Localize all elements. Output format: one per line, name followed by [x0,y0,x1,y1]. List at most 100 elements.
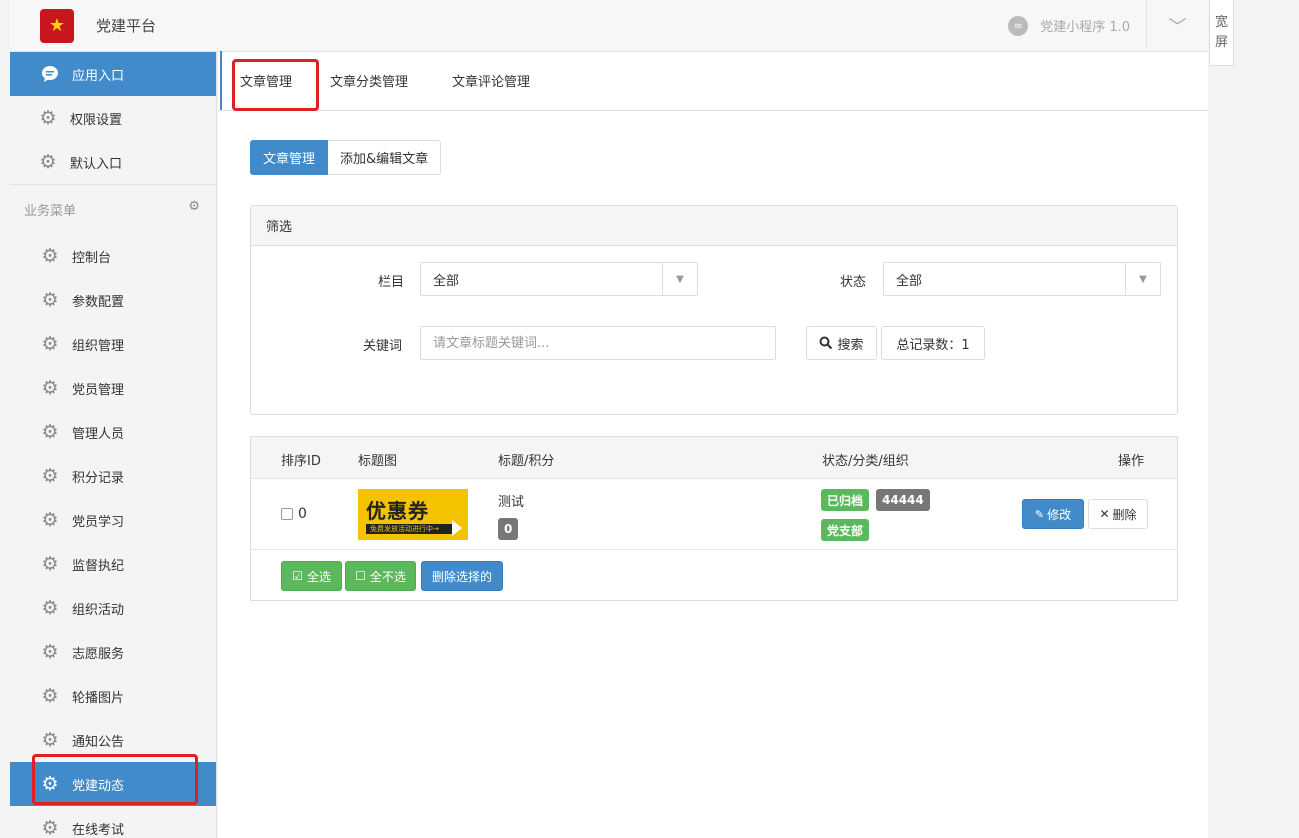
gear-icon: ⚙ [41,377,59,399]
gear-icon[interactable]: ⚙ [188,199,200,214]
column-select-value: 全部 [433,273,460,289]
edit-button-label: 修改 [1047,507,1072,522]
section-title-text: 业务菜单 [24,204,77,219]
main-content: 文章管理 文章分类管理 文章评论管理 文章管理 添加&编辑文章 筛选 栏目 全部… [218,51,1208,838]
select-all-button[interactable]: ☑ 全选 [281,561,342,591]
mini-program-icon[interactable]: ∞ [1008,15,1029,36]
search-icon [819,336,833,350]
search-button[interactable]: 搜索 [806,326,877,360]
edit-icon: ✎ [1034,507,1045,521]
sidebar-item-label: 党建动态 [72,778,125,794]
article-table: 排序ID 标题图 标题/积分 状态/分类/组织 操作 0 优惠券 免费发放活动进… [250,436,1178,601]
gear-icon: ⚙ [39,107,57,129]
sidebar-item-label: 应用入口 [72,68,125,84]
header-status: 状态/分类/组织 [822,454,909,469]
tab-article-comments[interactable]: 文章评论管理 [428,51,550,110]
status-select-value: 全部 [896,273,923,289]
sidebar-item-label: 组织活动 [72,602,125,618]
mini-program-label[interactable]: 党建小程序 1.0 [1040,16,1130,35]
chevron-down-icon[interactable]: ﹀ [1146,0,1208,51]
gear-icon: ⚙ [41,773,59,795]
gear-icon: ⚙ [39,151,57,173]
sidebar-item-default-entry[interactable]: ⚙ 默认入口 [10,140,216,184]
sidebar-item-label: 党员管理 [72,382,125,398]
sidebar-item-discipline[interactable]: ⚙ 监督执纪 [10,542,216,586]
keyword-input[interactable] [420,326,776,360]
sidebar-item-label: 参数配置 [72,294,125,310]
sidebar-item-carousel[interactable]: ⚙ 轮播图片 [10,674,216,718]
header-sort-id: 排序ID [281,454,321,469]
sidebar-item-activities[interactable]: ⚙ 组织活动 [10,586,216,630]
sidebar-item-admins[interactable]: ⚙ 管理人员 [10,410,216,454]
thumb-subtext: 免费发放活动进行中→ [366,524,452,534]
sidebar: 应用入口 ⚙ 权限设置 ⚙ 默认入口 业务菜单 ⚙ ⚙ 控制台 ⚙ 参数配置 ⚙ 组织… [10,52,217,838]
gear-icon: ⚙ [41,333,59,355]
sidebar-item-label: 权限设置 [70,112,123,128]
sidebar-item-online-exam[interactable]: ⚙ 在线考试 [10,806,216,838]
chat-bubble-icon [40,64,60,84]
sidebar-item-app-entry[interactable]: 应用入口 [10,52,216,96]
gear-icon: ⚙ [41,509,59,531]
add-edit-article-button[interactable]: 添加&编辑文章 [328,140,442,175]
sidebar-item-label: 组织管理 [72,338,125,354]
sub-button-group: 文章管理 添加&编辑文章 [250,140,442,175]
sidebar-item-party-news[interactable]: ⚙ 党建动态 [10,762,216,806]
arrow-right-icon [452,520,462,536]
select-all-label: 全选 [306,569,331,584]
status-label: 状态 [840,275,867,290]
gear-icon: ⚙ [41,597,59,619]
sidebar-item-label: 监督执纪 [72,558,125,574]
sidebar-item-permissions[interactable]: ⚙ 权限设置 [10,96,216,140]
gear-icon: ⚙ [41,729,59,751]
sidebar-item-label: 默认入口 [70,156,123,172]
delete-button-label: 删除 [1112,507,1137,522]
tab-article-management[interactable]: 文章管理 [220,51,312,110]
total-records: 总记录数：1 [881,326,985,360]
sidebar-item-label: 管理人员 [72,426,125,442]
header-actions: 操作 [1118,454,1145,469]
keyword-label: 关键词 [363,339,403,354]
search-button-label: 搜索 [837,337,864,353]
column-select[interactable]: 全部 ▼ [420,262,698,296]
status-badge: 已归档 [821,489,870,511]
filter-panel: 筛选 栏目 全部 ▼ 状态 全部 ▼ 关键词 搜索 总记录数：1 [250,205,1178,415]
sidebar-item-label: 通知公告 [72,734,125,750]
sidebar-item-label: 积分记录 [72,470,125,486]
points-badge: 0 [498,518,519,540]
sidebar-item-label: 志愿服务 [72,646,125,662]
delete-button[interactable]: ✕ 删除 [1088,499,1148,529]
square-icon: ☐ [355,569,366,583]
app-title: 党建平台 [96,17,157,35]
sidebar-item-label: 轮播图片 [72,690,125,706]
sidebar-item-points[interactable]: ⚙ 积分记录 [10,454,216,498]
sidebar-item-study[interactable]: ⚙ 党员学习 [10,498,216,542]
edit-button[interactable]: ✎ 修改 [1022,499,1084,529]
top-right-area: ∞ 党建小程序 1.0 ﹀ [1008,0,1208,51]
delete-selected-button[interactable]: 删除选择的 [421,561,503,591]
gear-icon: ⚙ [41,289,59,311]
row-checkbox[interactable] [281,508,293,520]
article-management-button[interactable]: 文章管理 [250,140,329,175]
filter-title: 筛选 [251,206,1177,246]
article-thumbnail[interactable]: 优惠券 免费发放活动进行中→ [358,489,468,540]
org-badge: 党支部 [821,519,870,541]
sidebar-item-org[interactable]: ⚙ 组织管理 [10,322,216,366]
gear-icon: ⚙ [41,465,59,487]
status-select[interactable]: 全部 ▼ [883,262,1161,296]
sidebar-item-params[interactable]: ⚙ 参数配置 [10,278,216,322]
sidebar-item-notices[interactable]: ⚙ 通知公告 [10,718,216,762]
sidebar-item-console[interactable]: ⚙ 控制台 [10,234,216,278]
sidebar-item-volunteer[interactable]: ⚙ 志愿服务 [10,630,216,674]
gear-icon: ⚙ [41,553,59,575]
header-title-points: 标题/积分 [498,454,555,469]
caret-down-icon: ▼ [1125,263,1160,295]
tab-article-categories[interactable]: 文章分类管理 [312,51,428,110]
sidebar-item-label: 控制台 [72,250,112,266]
select-none-button[interactable]: ☐ 全不选 [345,561,416,591]
business-menu: ⚙ 控制台 ⚙ 参数配置 ⚙ 组织管理 ⚙ 党员管理 ⚙ 管理人员 ⚙ 积分记录 ⚙ 党员学习… [10,234,216,838]
category-badge: 44444 [876,489,930,511]
wide-screen-button[interactable]: 宽 屏 [1209,0,1234,66]
row-sort-id: 0 [298,506,307,522]
gear-icon: ⚙ [41,421,59,443]
sidebar-item-members[interactable]: ⚙ 党员管理 [10,366,216,410]
